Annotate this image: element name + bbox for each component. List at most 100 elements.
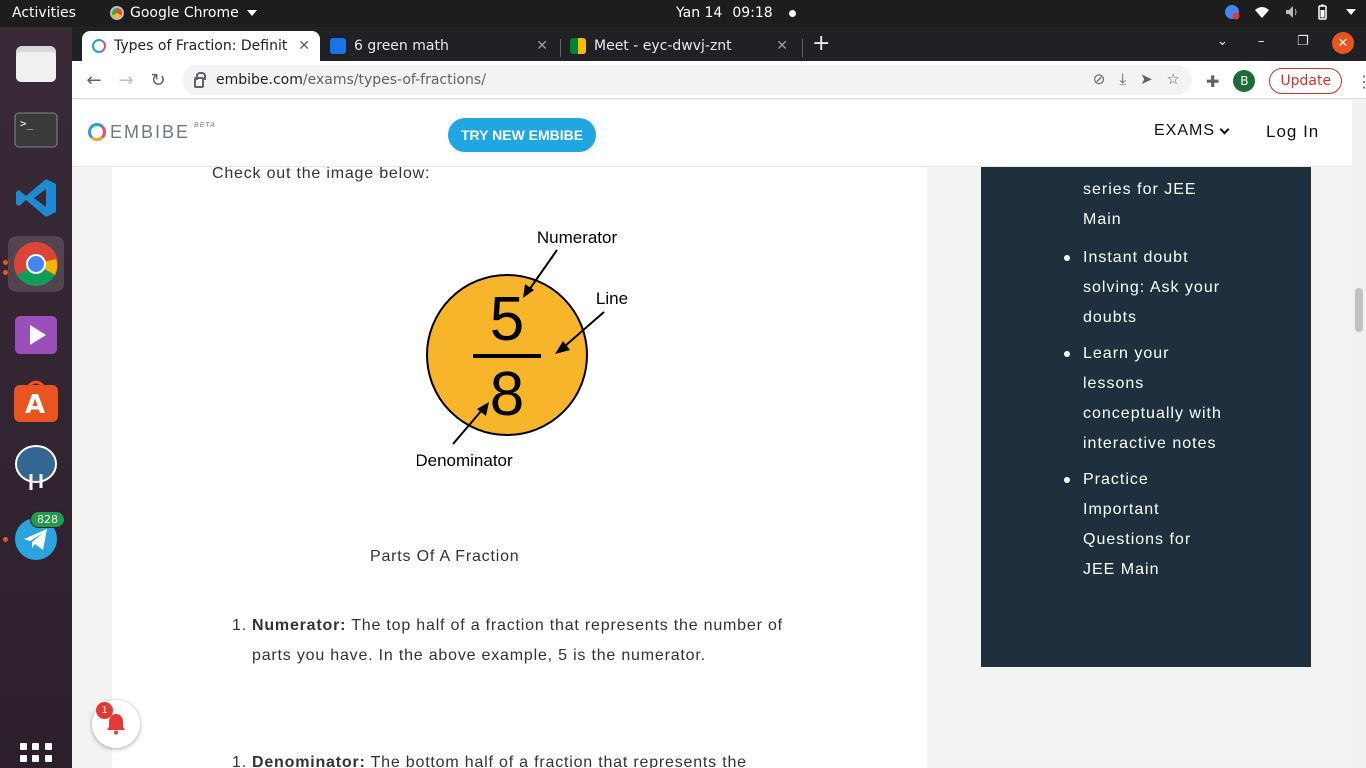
app-menu[interactable]: Google Chrome xyxy=(110,5,257,21)
reload-button[interactable]: ↻ xyxy=(146,68,170,92)
numerator-value: 5 xyxy=(490,285,524,354)
close-tab-icon[interactable]: ✕ xyxy=(298,38,310,54)
system-top-bar: Activities Google Chrome Yan 14 09:18 xyxy=(0,0,1366,27)
numerator-definition-line1: The top half of a fraction that represen… xyxy=(351,617,783,634)
tab-separator xyxy=(802,39,803,57)
list-item-numerator: 1. Numerator: The top half of a fraction… xyxy=(232,611,822,671)
folder-icon xyxy=(16,46,56,82)
embibe-logo[interactable]: EMBIBE BETA xyxy=(88,122,216,143)
embibe-favicon-icon xyxy=(92,39,106,53)
svg-text:A: A xyxy=(25,390,45,420)
bookmark-star-icon[interactable]: ☆ xyxy=(1167,70,1180,88)
scrollbar-thumb[interactable] xyxy=(1355,288,1363,332)
blocked-popup-icon[interactable]: ⊘ xyxy=(1093,70,1106,88)
extensions-icon[interactable]: ✚ xyxy=(1206,72,1219,91)
sidebar-line: lessons xyxy=(1083,375,1145,392)
address-bar[interactable]: embibe.com /exams/types-of-fractions/ ⊘ … xyxy=(182,65,1192,95)
logo-beta: BETA xyxy=(194,122,216,129)
sidebar-promo-panel: series for JEE Main Instant doubt solvin… xyxy=(981,160,1311,667)
sidebar-line: Questions for xyxy=(1083,531,1192,548)
close-tab-icon[interactable]: ✕ xyxy=(776,38,788,54)
sidebar-partial-line1: series for JEE xyxy=(1083,181,1197,198)
chrome-launcher[interactable] xyxy=(8,236,64,292)
play-icon xyxy=(15,316,57,354)
sidebar-line: conceptually with xyxy=(1083,405,1222,422)
volume-icon[interactable] xyxy=(1284,4,1300,20)
elephant-icon xyxy=(15,445,57,490)
terminal-launcher[interactable]: >_ xyxy=(8,102,64,158)
media-player-launcher[interactable] xyxy=(8,307,64,363)
notification-count-badge: 1 xyxy=(96,702,113,719)
restore-button[interactable]: ❐ xyxy=(1297,34,1309,49)
back-button[interactable]: ← xyxy=(82,68,106,92)
list-number: 1. xyxy=(232,754,247,768)
classroom-favicon-icon xyxy=(330,38,346,54)
try-new-embibe-button[interactable]: TRY NEW EMBIBE xyxy=(448,118,597,152)
postgres-launcher[interactable] xyxy=(8,440,64,496)
exams-menu[interactable]: EXAMS xyxy=(1154,122,1230,140)
clock-date: Yan 14 xyxy=(676,5,723,21)
sidebar-item-doubt-solving: Instant doubt solving: Ask your doubts xyxy=(1064,243,1243,333)
logo-text: EMBIBE xyxy=(110,122,191,142)
denominator-label: Denominator xyxy=(417,451,513,470)
login-link[interactable]: Log In xyxy=(1266,122,1319,142)
profile-avatar[interactable]: B xyxy=(1233,70,1256,92)
send-icon[interactable]: ➤ xyxy=(1140,70,1153,88)
vscode-launcher[interactable] xyxy=(8,170,64,226)
close-window-button[interactable]: ✕ xyxy=(1332,32,1354,54)
clock[interactable]: Yan 14 09:18 xyxy=(676,5,796,21)
page-viewport: Check out the image below: 5 8 Numerator… xyxy=(72,100,1352,768)
wifi-icon[interactable] xyxy=(1254,4,1270,20)
bullet-icon xyxy=(1064,255,1070,261)
close-tab-icon[interactable]: ✕ xyxy=(536,38,548,54)
sidebar-item-practice: Practice Important Questions for JEE Mai… xyxy=(1064,465,1243,585)
tab-green-math[interactable]: 6 green math ✕ xyxy=(320,31,558,61)
install-app-icon[interactable]: ⤓ xyxy=(1119,70,1126,88)
notification-bell-button[interactable]: 1 xyxy=(92,700,140,748)
chevron-down-icon xyxy=(1219,124,1230,134)
tab-types-of-fraction[interactable]: Types of Fraction: Definit ✕ xyxy=(82,31,320,61)
system-tray[interactable] xyxy=(1224,4,1356,20)
minimize-button[interactable]: – xyxy=(1258,34,1265,49)
svg-text:>_: >_ xyxy=(20,117,34,130)
browser-toolbar: ← → ↻ embibe.com /exams/types-of-fractio… xyxy=(72,61,1366,99)
sidebar-line: solving: Ask your xyxy=(1083,279,1221,296)
chrome-tray-icon[interactable] xyxy=(1224,4,1240,20)
tab-title: Meet - eyc-dwvj-znt xyxy=(594,38,732,54)
chrome-icon xyxy=(14,242,58,286)
battery-icon[interactable] xyxy=(1314,4,1330,20)
app-center-launcher[interactable]: A xyxy=(8,373,64,429)
show-applications-icon[interactable] xyxy=(20,743,52,768)
tray-caret-icon xyxy=(1346,9,1356,15)
sidebar-line: interactive notes xyxy=(1083,435,1217,452)
new-tab-button[interactable]: + xyxy=(812,33,830,55)
app-store-icon: A xyxy=(14,380,58,422)
meet-favicon-icon xyxy=(570,38,586,54)
caret-down-icon xyxy=(246,10,257,16)
term-denominator: Denominator: xyxy=(252,754,366,768)
forward-button[interactable]: → xyxy=(114,68,138,92)
telegram-unread-badge: 828 xyxy=(30,511,65,528)
lock-icon[interactable] xyxy=(194,71,206,88)
activities-button[interactable]: Activities xyxy=(12,5,76,21)
clock-time: 09:18 xyxy=(732,5,773,21)
sidebar-item-learn-lessons: Learn your lessons conceptually with int… xyxy=(1064,339,1243,459)
sidebar-line: Instant doubt xyxy=(1083,249,1189,266)
bullet-icon xyxy=(1064,477,1070,483)
app-menu-label: Google Chrome xyxy=(130,5,239,21)
tab-search-icon[interactable]: ⌄ xyxy=(1217,34,1228,49)
article-content: Check out the image below: 5 8 Numerator… xyxy=(112,100,927,768)
bullet-icon xyxy=(1064,351,1070,357)
sidebar-line: JEE Main xyxy=(1083,561,1160,578)
dock: >_ A 828 xyxy=(0,27,72,768)
page-scrollbar[interactable] xyxy=(1352,100,1366,768)
terminal-icon: >_ xyxy=(14,112,58,148)
list-item-denominator: 1. Denominator: The bottom half of a fra… xyxy=(232,748,822,768)
more-menu-icon[interactable]: ⋮ xyxy=(1356,72,1366,91)
tab-meet[interactable]: Meet - eyc-dwvj-znt ✕ xyxy=(560,31,798,61)
denominator-value: 8 xyxy=(490,360,524,429)
site-header: EMBIBE BETA TRY NEW EMBIBE EXAMS Log In xyxy=(72,100,1352,167)
intro-text: Check out the image below: xyxy=(212,165,431,182)
update-button[interactable]: Update xyxy=(1269,68,1343,94)
files-launcher[interactable] xyxy=(8,36,64,92)
